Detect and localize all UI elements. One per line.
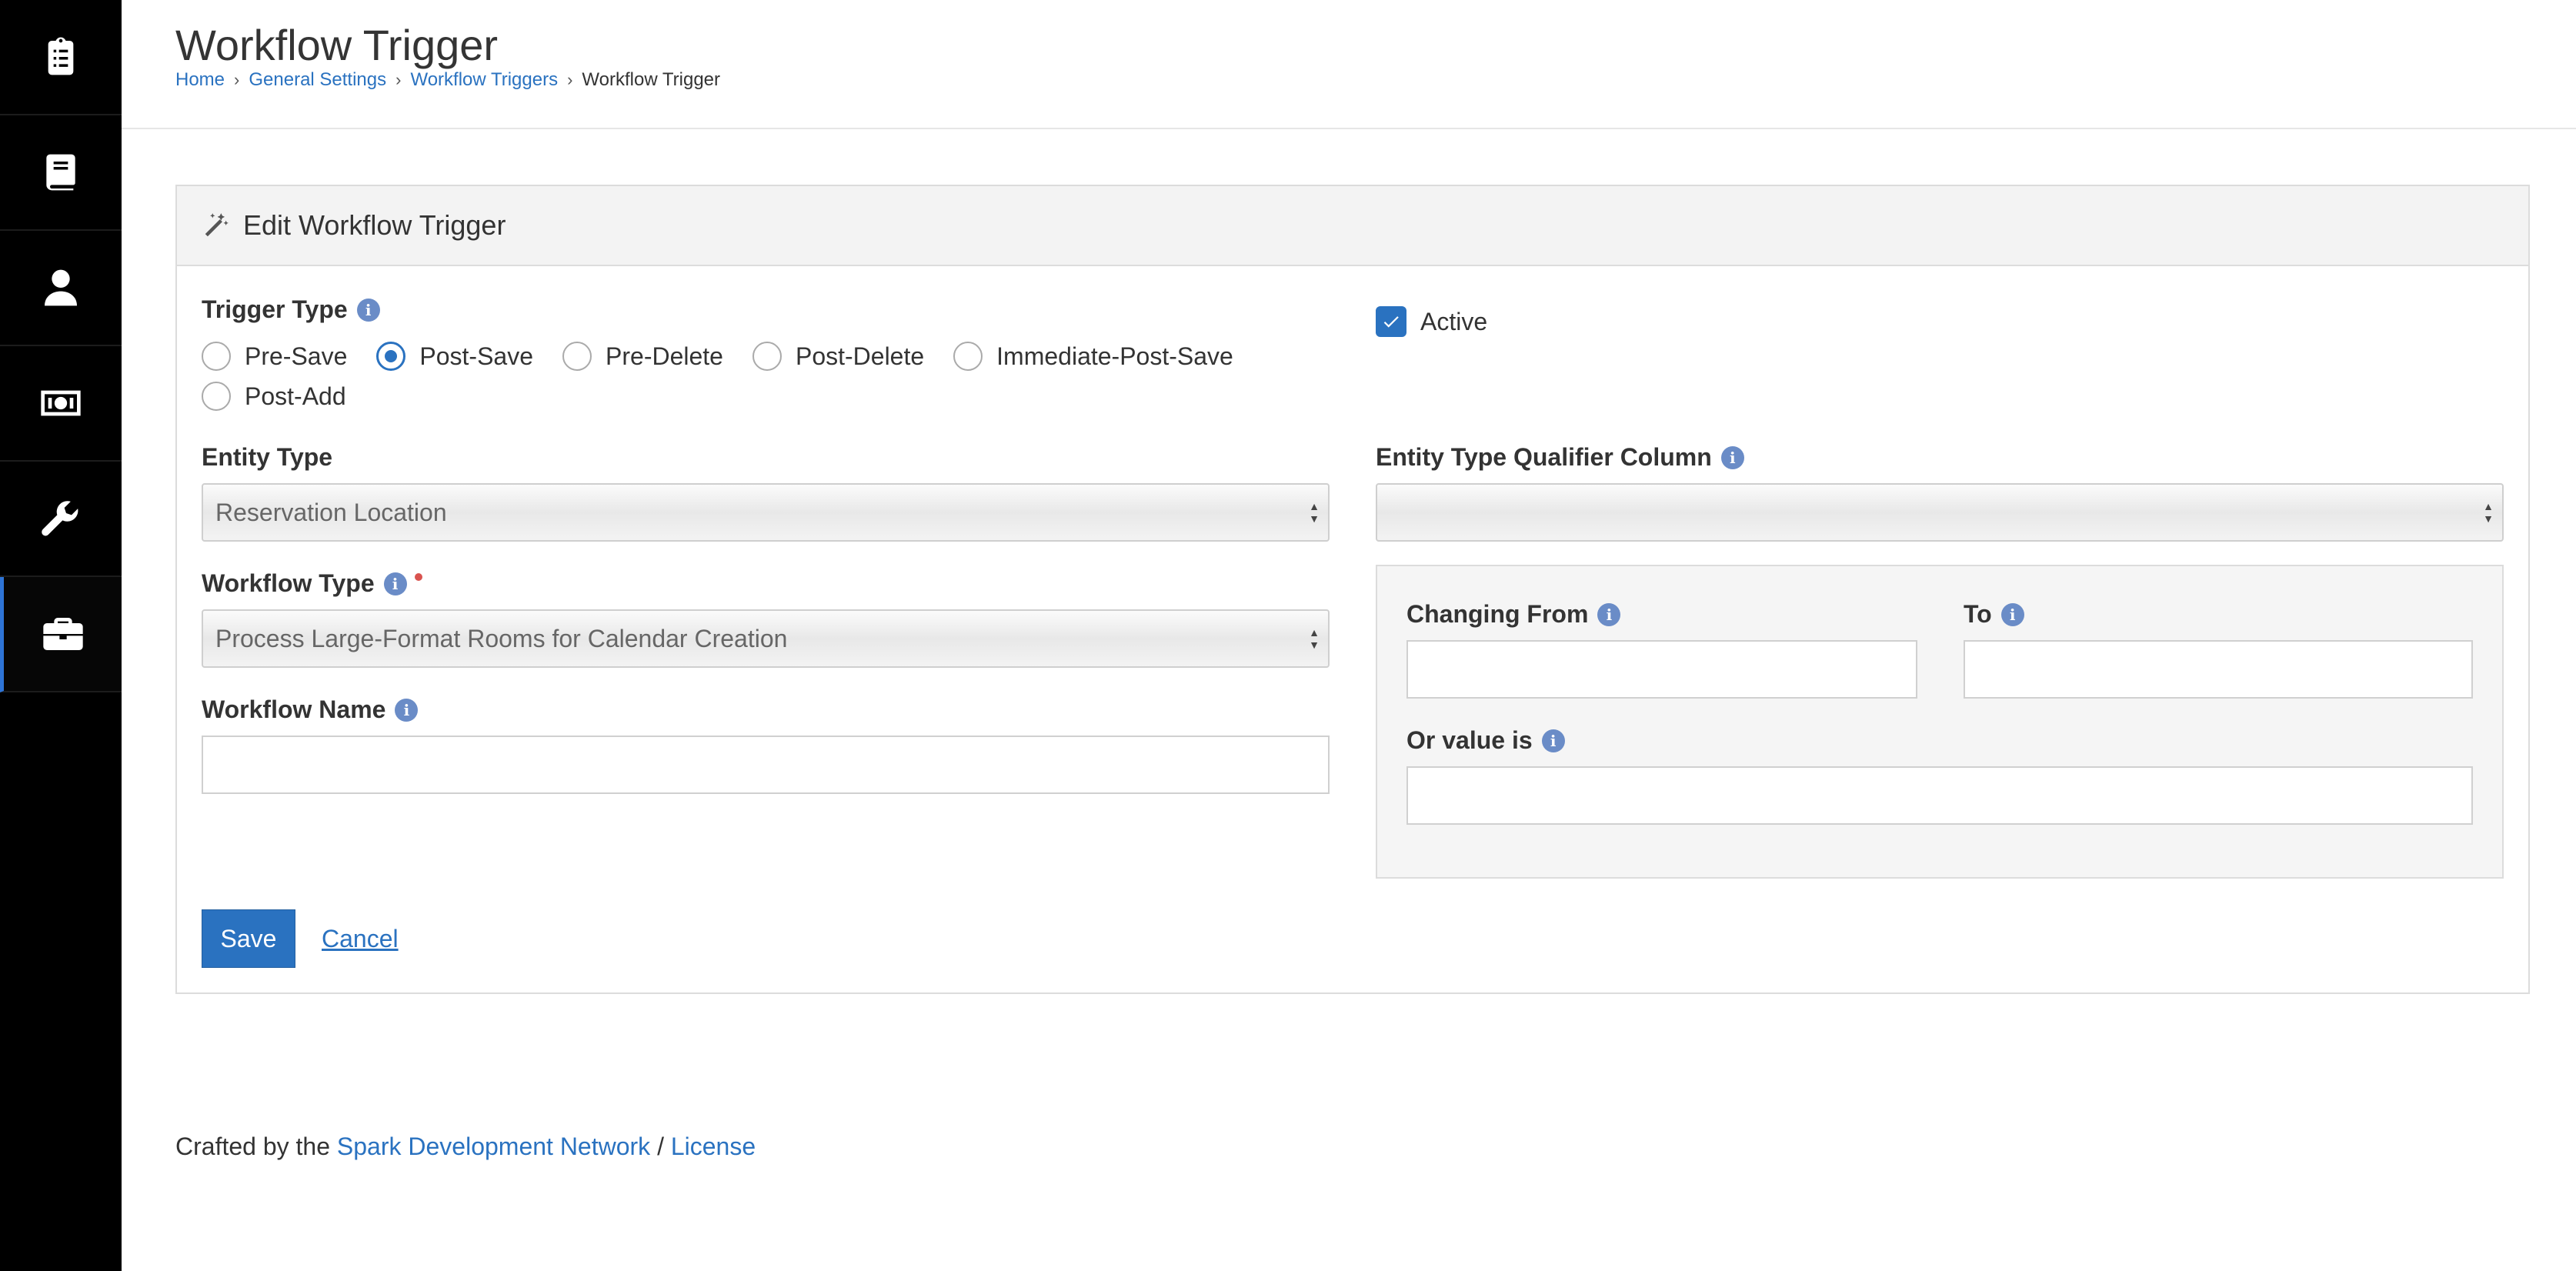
- radio-pre-delete[interactable]: Pre-Delete: [562, 342, 723, 371]
- radio-circle[interactable]: [376, 342, 406, 371]
- sidebar-item-admin[interactable]: [0, 577, 122, 692]
- panel-title: Edit Workflow Trigger: [243, 209, 506, 241]
- page-title: Workflow Trigger: [175, 21, 499, 69]
- radio-post-add[interactable]: Post-Add: [202, 382, 346, 411]
- workflow-name-input[interactable]: [202, 736, 1330, 794]
- cancel-button[interactable]: Cancel: [322, 909, 399, 968]
- or-value-input[interactable]: [1406, 766, 2473, 825]
- required-indicator: [414, 572, 422, 581]
- to-label-text: To: [1964, 600, 1992, 628]
- footer-prefix: Crafted by the: [175, 1133, 330, 1160]
- radio-label: Pre-Save: [245, 342, 348, 370]
- select-arrows-icon: ▲ ▼: [1309, 626, 1320, 651]
- money-bill-icon: [41, 390, 81, 416]
- entity-qualifier-label-text: Entity Type Qualifier Column: [1376, 443, 1712, 471]
- briefcase-icon: [42, 618, 83, 650]
- or-value-label-text: Or value is: [1406, 726, 1533, 754]
- check-icon: [1383, 316, 1399, 328]
- info-icon[interactable]: i: [1541, 729, 1565, 752]
- or-value-label: Or value is i: [1406, 726, 1565, 755]
- sidebar: [0, 0, 122, 1271]
- to-input[interactable]: [1964, 640, 2473, 699]
- select-arrows-icon: ▲ ▼: [2483, 500, 2494, 525]
- radio-circle[interactable]: [953, 342, 983, 371]
- to-label: To i: [1964, 600, 2024, 629]
- info-icon[interactable]: i: [2000, 602, 2024, 626]
- info-icon[interactable]: i: [1597, 602, 1621, 626]
- radio-post-delete[interactable]: Post-Delete: [752, 342, 924, 371]
- page-header: Workflow Trigger Home › General Settings…: [122, 0, 2576, 129]
- radio-immediate-post-save[interactable]: Immediate-Post-Save: [953, 342, 1233, 371]
- save-button[interactable]: Save: [202, 909, 295, 968]
- trigger-type-radios-row2: Post-Add: [202, 382, 375, 411]
- entity-type-label: Entity Type: [202, 443, 332, 472]
- workflow-name-label-text: Workflow Name: [202, 696, 386, 723]
- radio-circle[interactable]: [202, 382, 231, 411]
- footer-separator: /: [657, 1133, 664, 1160]
- radio-label: Post-Delete: [795, 342, 925, 370]
- info-icon[interactable]: i: [383, 572, 407, 595]
- workflow-type-label: Workflow Type i: [202, 569, 422, 598]
- magic-wand-icon: [205, 213, 229, 237]
- changing-from-input[interactable]: [1406, 640, 1917, 699]
- clipboard-list-icon: [48, 37, 74, 75]
- footer: Crafted by the Spark Development Network…: [175, 1133, 756, 1161]
- wrench-icon: [42, 501, 78, 536]
- radio-circle[interactable]: [202, 342, 231, 371]
- workflow-type-label-text: Workflow Type: [202, 569, 375, 597]
- radio-circle[interactable]: [562, 342, 592, 371]
- user-icon: [45, 269, 77, 306]
- entity-type-select[interactable]: Reservation Location ▲ ▼: [202, 483, 1330, 542]
- breadcrumb-current: Workflow Trigger: [582, 69, 721, 90]
- breadcrumb-home[interactable]: Home: [175, 69, 225, 91]
- sidebar-item-finance[interactable]: [0, 346, 122, 462]
- trigger-type-label-text: Trigger Type: [202, 295, 348, 323]
- sidebar-item-books[interactable]: [0, 115, 122, 231]
- chevron-right-icon: ›: [567, 70, 573, 89]
- entity-qualifier-select[interactable]: ▲ ▼: [1376, 483, 2504, 542]
- radio-circle[interactable]: [752, 342, 782, 371]
- changing-from-label: Changing From i: [1406, 600, 1621, 629]
- active-label: Active: [1420, 307, 1488, 335]
- book-icon: [46, 154, 75, 191]
- radio-label: Post-Save: [419, 342, 534, 370]
- sidebar-item-tasks[interactable]: [0, 0, 122, 115]
- spark-link[interactable]: Spark Development Network: [337, 1133, 650, 1160]
- chevron-right-icon: ›: [234, 70, 240, 89]
- breadcrumb-general-settings[interactable]: General Settings: [249, 69, 386, 91]
- changing-from-label-text: Changing From: [1406, 600, 1589, 628]
- trigger-type-radios: Pre-Save Post-Save Pre-Delete Post-Delet…: [202, 342, 1263, 371]
- entity-type-label-text: Entity Type: [202, 443, 333, 471]
- sidebar-item-people[interactable]: [0, 231, 122, 346]
- info-icon[interactable]: i: [356, 298, 380, 322]
- radio-label: Pre-Delete: [606, 342, 723, 370]
- entity-type-value: Reservation Location: [215, 498, 447, 526]
- radio-pre-save[interactable]: Pre-Save: [202, 342, 347, 371]
- breadcrumb-workflow-triggers[interactable]: Workflow Triggers: [410, 69, 558, 91]
- license-link[interactable]: License: [671, 1133, 756, 1160]
- workflow-name-label: Workflow Name i: [202, 696, 419, 724]
- chevron-right-icon: ›: [395, 70, 402, 89]
- breadcrumb: Home › General Settings › Workflow Trigg…: [175, 69, 720, 91]
- info-icon[interactable]: i: [1720, 445, 1744, 469]
- entity-qualifier-label: Entity Type Qualifier Column i: [1376, 443, 1744, 472]
- radio-label: Immediate-Post-Save: [996, 342, 1233, 370]
- select-arrows-icon: ▲ ▼: [1309, 500, 1320, 525]
- sidebar-item-tools[interactable]: [0, 462, 122, 577]
- radio-label: Post-Add: [245, 382, 346, 410]
- workflow-type-select[interactable]: Process Large-Format Rooms for Calendar …: [202, 609, 1330, 668]
- trigger-type-label: Trigger Type i: [202, 295, 380, 324]
- workflow-type-value: Process Large-Format Rooms for Calendar …: [215, 624, 788, 652]
- info-icon[interactable]: i: [395, 698, 419, 722]
- panel-heading: Edit Workflow Trigger: [177, 186, 2528, 266]
- checkbox-box[interactable]: [1376, 306, 1406, 337]
- radio-post-save[interactable]: Post-Save: [376, 342, 533, 371]
- active-checkbox[interactable]: Active: [1376, 306, 1487, 337]
